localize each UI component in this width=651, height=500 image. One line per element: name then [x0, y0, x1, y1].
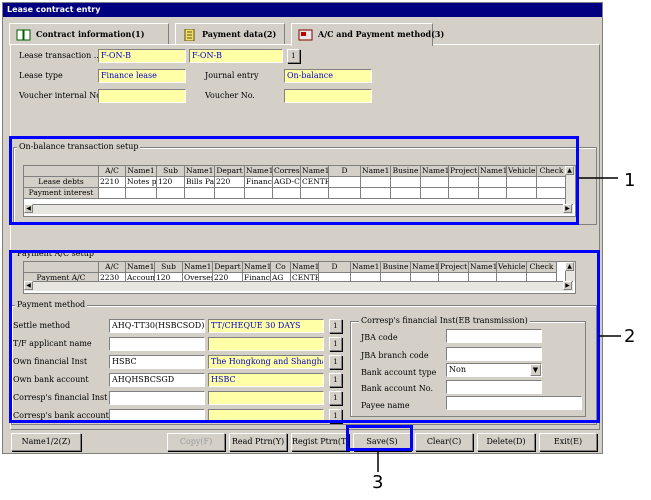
name1-2-button[interactable]: Name1/2(Z) [11, 433, 81, 451]
tab-label: Contract information(1) [36, 29, 145, 39]
clear-button[interactable]: Clear(C) [415, 433, 473, 451]
book-icon [16, 29, 32, 41]
lease-transaction-code-input[interactable]: F-ON-B [98, 49, 186, 63]
tab-payment-data[interactable]: Payment data(2) [175, 23, 285, 45]
lease-transaction-lookup-button[interactable]: 1 [287, 49, 300, 63]
card-icon [298, 29, 314, 41]
notepad-icon [182, 28, 198, 42]
tab-contract-information[interactable]: Contract information(1) [9, 23, 169, 45]
lease-type-field: Finance lease [98, 69, 186, 83]
highlight-box-save [346, 425, 413, 451]
callout-line-3 [377, 450, 379, 472]
exit-button[interactable]: Exit(E) [539, 433, 597, 451]
highlight-box-payment [9, 250, 600, 423]
window-title: Lease contract entry [3, 3, 602, 17]
highlight-box-onbalance [9, 136, 579, 225]
tab-label: A/C and Payment method(3) [318, 29, 445, 39]
callout-line-2 [599, 335, 621, 337]
callout-2: 2 [624, 326, 636, 347]
read-ptrn-button[interactable]: Read Ptrn(Y) [229, 433, 287, 451]
regist-ptrn-button[interactable]: Regist Ptrn(T) [291, 433, 349, 451]
journal-entry-field: On-balance [284, 69, 372, 83]
voucher-internal-label: Voucher internal No. [19, 91, 104, 100]
lease-transaction-name-field: F-ON-B [189, 49, 283, 63]
voucher-internal-field [98, 89, 186, 103]
journal-entry-label: Journal entry [205, 71, 259, 80]
copy-button[interactable]: Copy(F) [167, 433, 225, 451]
callout-3: 3 [372, 472, 384, 493]
tab-ac-payment-method[interactable]: A/C and Payment method(3) [291, 23, 444, 46]
callout-line-1 [578, 177, 618, 179]
lease-type-label: Lease type [19, 71, 63, 80]
delete-button[interactable]: Delete(D) [477, 433, 535, 451]
callout-1: 1 [624, 170, 636, 191]
lease-transaction-label: Lease transaction ... [19, 51, 102, 60]
voucher-no-field [284, 89, 372, 103]
voucher-no-label: Voucher No. [205, 91, 255, 100]
tab-label: Payment data(2) [202, 29, 277, 39]
